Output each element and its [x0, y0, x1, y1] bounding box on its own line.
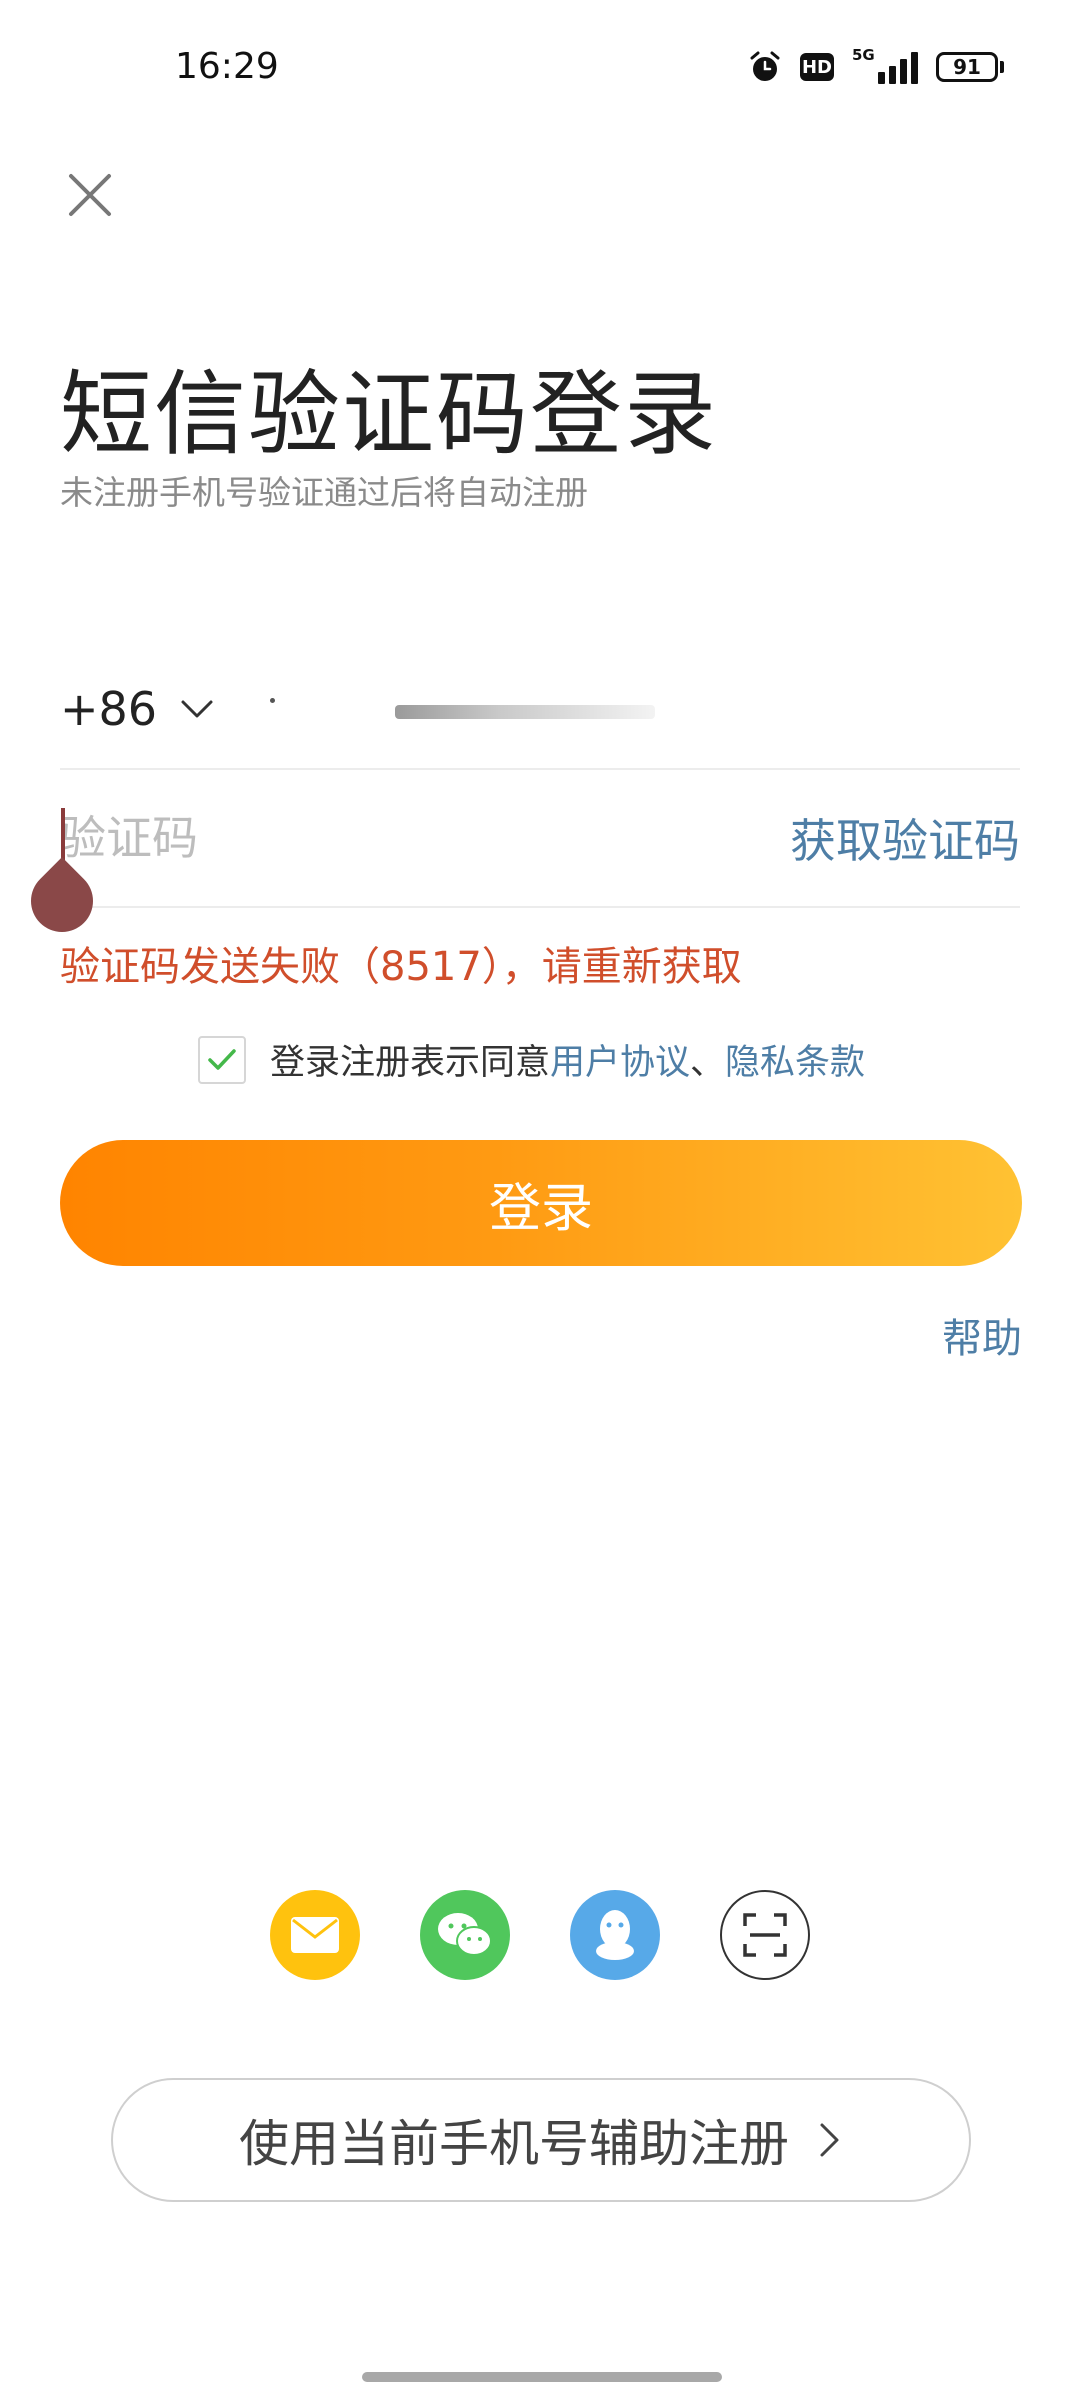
network-type: 5G	[852, 46, 875, 64]
hd-icon: HD	[800, 53, 834, 81]
error-message: 验证码发送失败（8517），请重新获取	[60, 944, 742, 990]
check-icon	[208, 1048, 236, 1070]
phone-row: +86	[60, 650, 1020, 770]
qq-login-button[interactable]	[570, 1890, 660, 1980]
page-title: 短信验证码登录	[60, 361, 719, 468]
wechat-icon	[438, 1913, 492, 1956]
phone-number-masked-dot	[270, 698, 275, 703]
alarm-icon	[750, 51, 780, 81]
status-icons: HD 5G 91	[748, 46, 1004, 84]
signal-icon: 5G	[852, 46, 918, 84]
code-row: 获取验证码	[60, 770, 1020, 908]
wechat-login-button[interactable]	[420, 1890, 510, 1980]
social-login-row	[270, 1890, 810, 1980]
qq-icon	[596, 1910, 634, 1960]
verification-code-input[interactable]	[60, 811, 580, 865]
battery-icon: 91	[936, 52, 1004, 82]
status-time: 16:29	[175, 46, 279, 87]
privacy-link[interactable]: 隐私条款	[725, 1034, 865, 1085]
login-page: 16:29 HD 5G 91 短信验证码登录 未注册手机号验证通过后将自动注册	[0, 0, 1080, 2400]
user-agreement-link[interactable]: 用户协议	[550, 1034, 690, 1085]
phone-number-input[interactable]	[395, 705, 655, 719]
get-code-button[interactable]: 获取验证码	[790, 805, 1020, 871]
chevron-down-icon[interactable]	[179, 691, 215, 727]
assist-register-button[interactable]: 使用当前手机号辅助注册	[111, 2078, 971, 2202]
agreement-checkbox[interactable]	[198, 1035, 246, 1084]
battery-level: 91	[936, 52, 998, 82]
login-button[interactable]: 登录	[60, 1140, 1022, 1266]
help-link[interactable]: 帮助	[942, 1306, 1022, 1364]
agreement-separator: 、	[690, 1043, 726, 1083]
chevron-right-icon	[820, 2123, 839, 2157]
scan-login-button[interactable]	[720, 1890, 810, 1980]
agreement-prefix: 登录注册表示同意	[270, 1043, 551, 1083]
assist-register-label: 使用当前手机号辅助注册	[239, 2115, 789, 2173]
country-code[interactable]: +86	[60, 682, 157, 736]
scan-icon	[743, 1913, 787, 1957]
mail-login-button[interactable]	[270, 1890, 360, 1980]
close-icon	[69, 174, 111, 216]
agreement-row: 登录注册表示同意 用户协议 、 隐私条款	[198, 1034, 865, 1085]
mail-icon	[291, 1917, 339, 1953]
page-subtitle: 未注册手机号验证通过后将自动注册	[60, 473, 588, 512]
home-indicator[interactable]	[362, 2372, 722, 2382]
close-button[interactable]	[60, 165, 120, 225]
